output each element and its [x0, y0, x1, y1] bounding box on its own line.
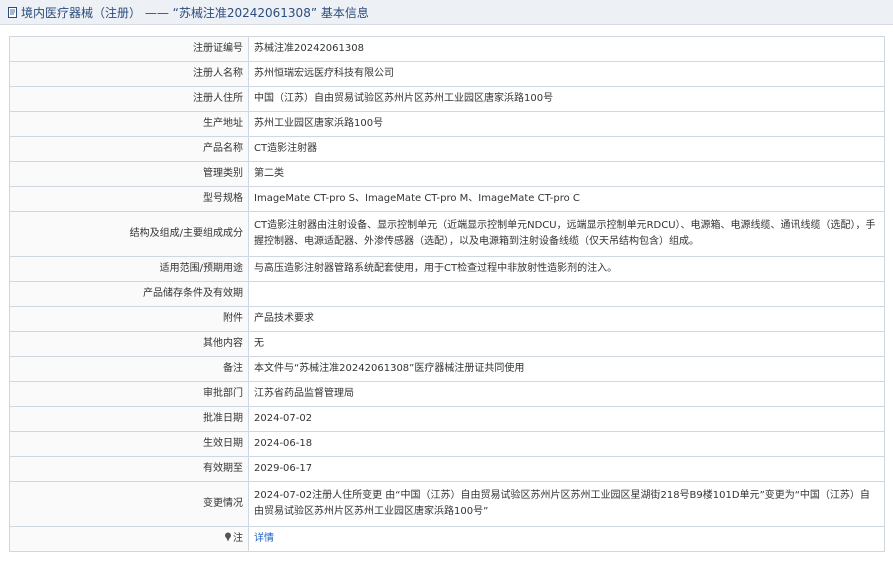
row-label: 生产地址: [9, 111, 249, 137]
row-value: CT造影注射器: [248, 136, 885, 162]
table-row: 注册证编号 苏械注准20242061308: [9, 36, 885, 62]
page-title: 境内医疗器械（注册） —— “苏械注准20242061308” 基本信息: [21, 5, 369, 20]
row-value: 江苏省药品监督管理局: [248, 381, 885, 407]
row-value: 2024-07-02: [248, 406, 885, 432]
row-value: ImageMate CT-pro S、ImageMate CT-pro M、Im…: [248, 186, 885, 212]
row-label: 适用范围/预期用途: [9, 256, 249, 282]
table-row: 附件 产品技术要求: [9, 306, 885, 332]
row-value: 2029-06-17: [248, 456, 885, 482]
table-row: 审批部门 江苏省药品监督管理局: [9, 381, 885, 407]
document-icon: [8, 6, 17, 18]
row-label: 型号规格: [9, 186, 249, 212]
row-label: 产品储存条件及有效期: [9, 281, 249, 307]
row-label: 生效日期: [9, 431, 249, 457]
table-row: 产品名称 CT造影注射器: [9, 136, 885, 162]
table-row: 注册人名称 苏州恒瑞宏远医疗科技有限公司: [9, 61, 885, 87]
table-row: 结构及组成/主要组成成分 CT造影注射器由注射设备、显示控制单元（近端显示控制单…: [9, 211, 885, 257]
info-table: 注册证编号 苏械注准20242061308 注册人名称 苏州恒瑞宏远医疗科技有限…: [9, 36, 885, 552]
table-row: 其他内容 无: [9, 331, 885, 357]
row-label: 注册证编号: [9, 36, 249, 62]
row-label: 审批部门: [9, 381, 249, 407]
table-row: 管理类别 第二类: [9, 161, 885, 187]
table-row: 批准日期 2024-07-02: [9, 406, 885, 432]
info-table-container: 注册证编号 苏械注准20242061308 注册人名称 苏州恒瑞宏远医疗科技有限…: [9, 36, 885, 552]
row-value: 2024-07-02注册人住所变更 由“中国（江苏）自由贸易试验区苏州片区苏州工…: [248, 481, 885, 527]
row-label: 结构及组成/主要组成成分: [9, 211, 249, 257]
row-value: [248, 281, 885, 307]
note-label-cell: 注: [9, 526, 249, 552]
table-row: 变更情况 2024-07-02注册人住所变更 由“中国（江苏）自由贸易试验区苏州…: [9, 481, 885, 527]
row-value: 苏州工业园区唐家浜路100号: [248, 111, 885, 137]
note-label: 注: [233, 533, 243, 544]
row-value: 第二类: [248, 161, 885, 187]
page-header: 境内医疗器械（注册） —— “苏械注准20242061308” 基本信息: [0, 0, 893, 25]
row-value: 2024-06-18: [248, 431, 885, 457]
table-row: 注册人住所 中国（江苏）自由贸易试验区苏州片区苏州工业园区唐家浜路100号: [9, 86, 885, 112]
table-row: 产品储存条件及有效期: [9, 281, 885, 307]
details-link[interactable]: 详情: [254, 533, 274, 544]
row-label: 变更情况: [9, 481, 249, 527]
table-row: 生产地址 苏州工业园区唐家浜路100号: [9, 111, 885, 137]
row-value: CT造影注射器由注射设备、显示控制单元（近端显示控制单元NDCU，远端显示控制单…: [248, 211, 885, 257]
row-label: 产品名称: [9, 136, 249, 162]
table-row: 有效期至 2029-06-17: [9, 456, 885, 482]
table-row-note: 注 详情: [9, 526, 885, 552]
table-row: 型号规格 ImageMate CT-pro S、ImageMate CT-pro…: [9, 186, 885, 212]
row-label: 注册人住所: [9, 86, 249, 112]
table-row: 备注 本文件与“苏械注准20242061308”医疗器械注册证共同使用: [9, 356, 885, 382]
row-value: 产品技术要求: [248, 306, 885, 332]
row-label: 批准日期: [9, 406, 249, 432]
row-value: 与高压造影注射器管路系统配套使用，用于CT检查过程中非放射性造影剂的注入。: [248, 256, 885, 282]
row-label: 附件: [9, 306, 249, 332]
row-label: 其他内容: [9, 331, 249, 357]
row-label: 管理类别: [9, 161, 249, 187]
row-label: 备注: [9, 356, 249, 382]
row-value: 无: [248, 331, 885, 357]
table-row: 适用范围/预期用途 与高压造影注射器管路系统配套使用，用于CT检查过程中非放射性…: [9, 256, 885, 282]
note-value-cell: 详情: [248, 526, 885, 552]
row-value: 苏州恒瑞宏远医疗科技有限公司: [248, 61, 885, 87]
row-value: 中国（江苏）自由贸易试验区苏州片区苏州工业园区唐家浜路100号: [248, 86, 885, 112]
row-value: 本文件与“苏械注准20242061308”医疗器械注册证共同使用: [248, 356, 885, 382]
row-value: 苏械注准20242061308: [248, 36, 885, 62]
row-label: 有效期至: [9, 456, 249, 482]
row-label: 注册人名称: [9, 61, 249, 87]
pin-icon: [225, 532, 231, 542]
table-row: 生效日期 2024-06-18: [9, 431, 885, 457]
